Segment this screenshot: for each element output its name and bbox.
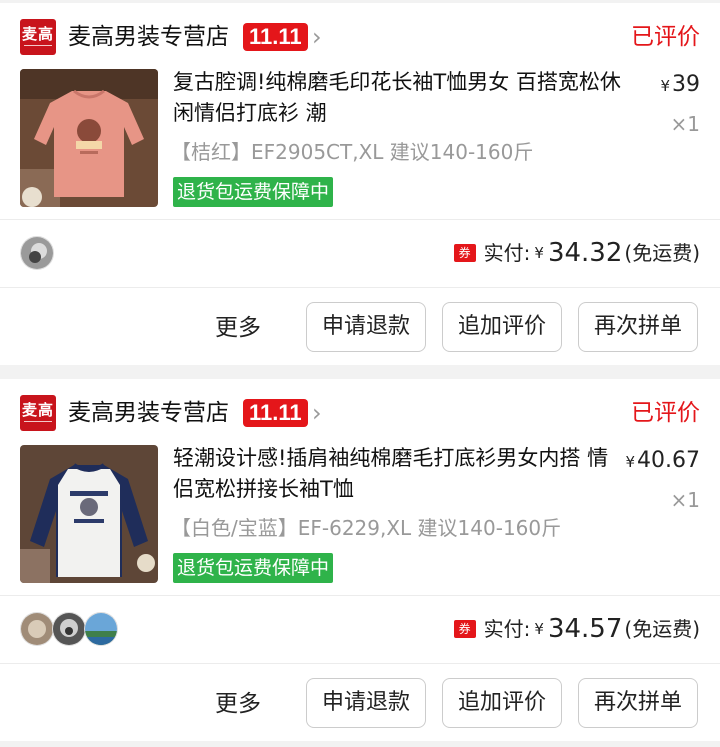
product-image[interactable]: [20, 445, 158, 583]
more-button[interactable]: 更多: [215, 310, 261, 346]
rebuy-button[interactable]: 再次拼单: [578, 678, 698, 728]
chevron-right-icon[interactable]: ›: [312, 397, 322, 429]
quantity: ×1: [670, 488, 700, 512]
coupon-icon: 券: [453, 620, 476, 638]
paid-summary: 券 实付: ¥ 34.57 (免运费): [453, 611, 700, 647]
shop-logo-icon: 麦高: [20, 395, 56, 431]
chevron-right-icon[interactable]: ›: [312, 21, 322, 53]
shipping-note: (免运费): [624, 241, 700, 265]
buyer-avatars: [20, 612, 118, 646]
order-status: 已评价: [631, 24, 700, 50]
promo-badge: 11.11: [243, 399, 308, 427]
quantity: ×1: [670, 112, 700, 136]
shop-logo-icon: 麦高: [20, 19, 56, 55]
paid-summary: 券 实付: ¥ 34.32 (免运费): [453, 235, 700, 271]
sku-spec: 【白色/宝蓝】EF-6229,XL 建议140-160斤: [171, 516, 562, 540]
paid-amount: 34.32: [547, 238, 623, 268]
shop-name[interactable]: 麦高男装专营店: [68, 397, 229, 429]
buyer-avatars: [20, 236, 54, 270]
action-bar: 更多 申请退款 追加评价 再次拼单: [0, 302, 720, 354]
product-image[interactable]: [20, 69, 158, 207]
paid-label: 实付:: [483, 241, 531, 265]
paid-amount: 34.57: [547, 614, 623, 644]
shop-header[interactable]: 麦高 麦高男装专营店 11.11 › 已评价: [0, 3, 720, 67]
product-title[interactable]: 复古腔调!纯棉磨毛印花长袖T恤男女 百搭宽松休闲情侣打底衫 潮: [173, 67, 623, 129]
avatar: [20, 236, 54, 270]
action-bar: 更多 申请退款 追加评价 再次拼单: [0, 678, 720, 730]
rebuy-button[interactable]: 再次拼单: [578, 302, 698, 352]
more-button[interactable]: 更多: [215, 686, 261, 722]
paid-label: 实付:: [483, 617, 531, 641]
promo-badge: 11.11: [243, 23, 308, 51]
unit-price: ¥39: [660, 72, 700, 97]
order-card: 麦高 麦高男装专营店 11.11 › 已评价 轻潮设计感!插肩袖纯棉磨毛打底衫男…: [0, 379, 720, 741]
unit-price: ¥40.67: [625, 448, 700, 473]
add-review-button[interactable]: 追加评价: [442, 302, 562, 352]
refund-button[interactable]: 申请退款: [306, 678, 426, 728]
shop-name[interactable]: 麦高男装专营店: [68, 21, 229, 53]
shipping-note: (免运费): [624, 617, 700, 641]
return-shipping-tag: 退货包运费保障中: [173, 177, 334, 207]
order-card: 麦高 麦高男装专营店 11.11 › 已评价 复古腔调!纯棉磨毛印花长袖T恤男女…: [0, 3, 720, 365]
product-title[interactable]: 轻潮设计感!插肩袖纯棉磨毛打底衫男女内搭 情侣宽松拼接长袖T恤: [173, 443, 623, 505]
avatar: [20, 612, 54, 646]
return-shipping-tag: 退货包运费保障中: [173, 553, 334, 583]
add-review-button[interactable]: 追加评价: [442, 678, 562, 728]
coupon-icon: 券: [453, 244, 476, 262]
order-status: 已评价: [631, 400, 700, 426]
sku-spec: 【桔红】EF2905CT,XL 建议140-160斤: [171, 140, 534, 164]
refund-button[interactable]: 申请退款: [306, 302, 426, 352]
avatar: [84, 612, 118, 646]
shop-header[interactable]: 麦高 麦高男装专营店 11.11 › 已评价: [0, 379, 720, 443]
avatar: [52, 612, 86, 646]
